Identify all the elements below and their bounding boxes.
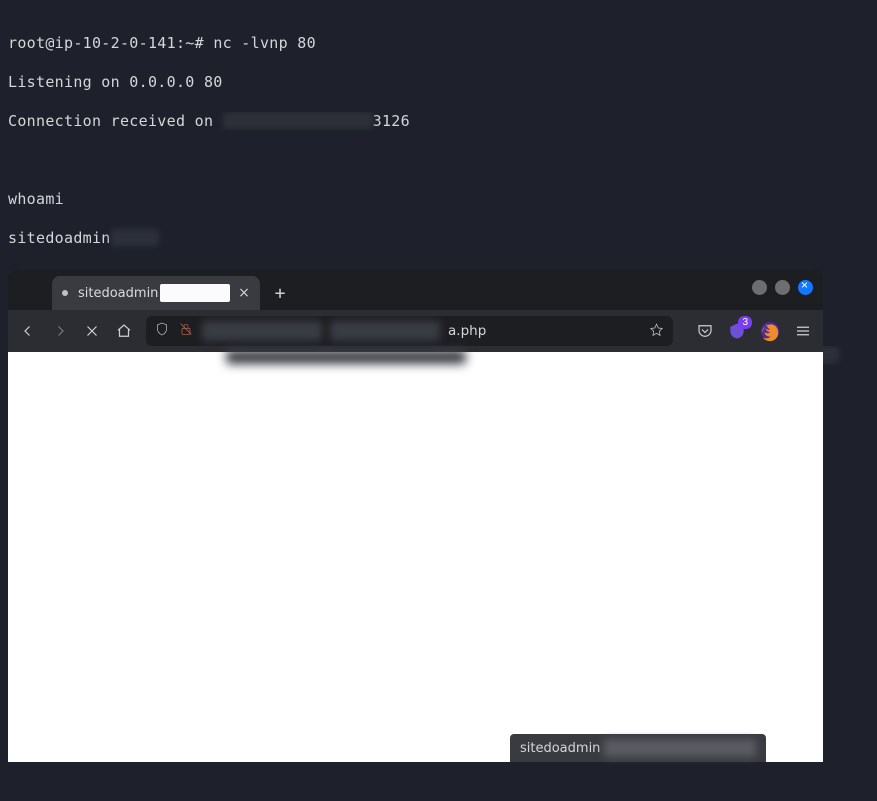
nc-connection-line: Connection received on bbox=[8, 112, 223, 130]
redacted-url-2 bbox=[330, 321, 440, 341]
close-icon bbox=[83, 322, 101, 340]
stop-button[interactable] bbox=[82, 321, 102, 341]
browser-window: sitedoadmin × + bbox=[8, 270, 823, 762]
home-icon bbox=[115, 322, 133, 340]
url-bar[interactable]: a.php bbox=[146, 316, 673, 346]
redacted-status bbox=[604, 739, 756, 757]
firefox-icon bbox=[759, 320, 781, 342]
page-viewport[interactable] bbox=[8, 352, 823, 762]
firefox-account-button[interactable] bbox=[759, 320, 781, 342]
arrow-right-icon bbox=[51, 322, 69, 340]
hamburger-icon bbox=[794, 322, 812, 340]
app-menu-button[interactable] bbox=[793, 321, 813, 341]
browser-tab[interactable]: sitedoadmin × bbox=[52, 276, 260, 310]
arrow-left-icon bbox=[19, 322, 37, 340]
browser-toolbar: a.php 3 bbox=[8, 310, 823, 352]
tab-title: sitedoadmin bbox=[78, 286, 158, 301]
extension-badge-count: 3 bbox=[738, 316, 752, 329]
forward-button[interactable] bbox=[50, 321, 70, 341]
toolbar-right-icons: 3 bbox=[695, 320, 813, 342]
shell-prompt: root@ip-10-2-0-141: bbox=[8, 34, 185, 52]
back-button[interactable] bbox=[18, 321, 38, 341]
command-nc: nc -lvnp 80 bbox=[213, 34, 316, 52]
new-tab-button[interactable]: + bbox=[266, 279, 294, 307]
status-bar: sitedoadmin bbox=[510, 734, 766, 762]
tab-close-button[interactable]: × bbox=[236, 285, 252, 301]
home-button[interactable] bbox=[114, 321, 134, 341]
window-maximize-button[interactable] bbox=[775, 280, 790, 295]
pocket-icon bbox=[696, 322, 714, 340]
url-suffix: a.php bbox=[448, 323, 486, 339]
window-close-button[interactable] bbox=[798, 280, 813, 295]
redacted-user-suffix bbox=[111, 229, 159, 246]
whoami-output: sitedoadmin bbox=[8, 229, 111, 247]
window-controls bbox=[752, 280, 813, 295]
redacted-url-dropdown bbox=[226, 350, 466, 364]
star-icon bbox=[648, 322, 665, 339]
bookmark-button[interactable] bbox=[648, 322, 665, 343]
nc-listening-line: Listening on 0.0.0.0 80 bbox=[8, 73, 869, 93]
tracking-shield-icon[interactable] bbox=[154, 321, 170, 341]
redacted-tab-title bbox=[160, 284, 230, 302]
pocket-button[interactable] bbox=[695, 321, 715, 341]
extension-button[interactable]: 3 bbox=[727, 321, 747, 341]
command-whoami: whoami bbox=[8, 190, 869, 210]
insecure-lock-icon[interactable] bbox=[178, 321, 194, 341]
tab-loading-indicator bbox=[62, 290, 68, 296]
tab-strip: sitedoadmin × + bbox=[8, 270, 823, 310]
redacted-url-1 bbox=[202, 321, 322, 341]
window-minimize-button[interactable] bbox=[752, 280, 767, 295]
status-text: sitedoadmin bbox=[520, 741, 600, 756]
redacted-ip bbox=[223, 112, 373, 129]
